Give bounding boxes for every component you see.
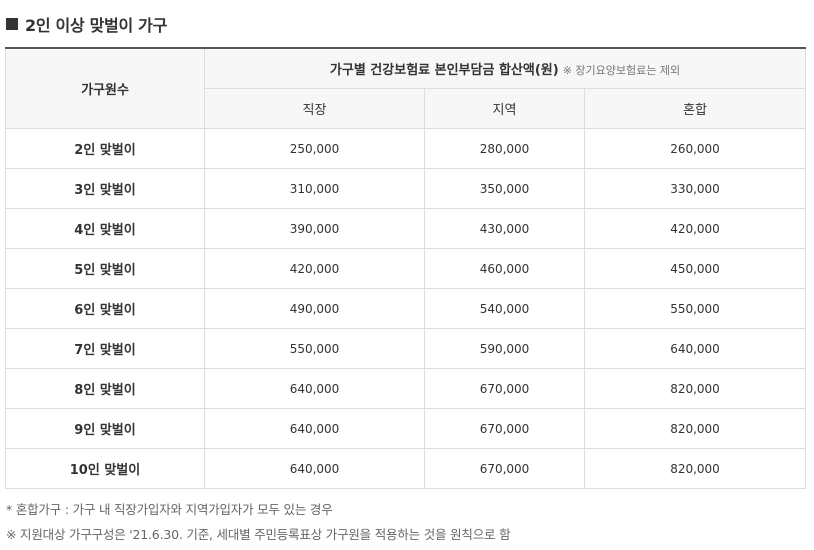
row-label: 3인 맞벌이: [5, 168, 205, 209]
cell-regional: 540,000: [424, 288, 585, 329]
table-row: 10인 맞벌이 640,000 670,000 820,000: [5, 448, 807, 489]
row-label: 4인 맞벌이: [5, 208, 205, 249]
cell-workplace: 640,000: [204, 408, 425, 449]
cell-workplace: 390,000: [204, 208, 425, 249]
cell-workplace: 250,000: [204, 128, 425, 169]
cell-regional: 460,000: [424, 248, 585, 289]
footnote-mixed-household: * 혼합가구 : 가구 내 직장가입자와 지역가입자가 모두 있는 경우: [6, 502, 333, 517]
row-label: 6인 맞벌이: [5, 288, 205, 329]
cell-workplace: 640,000: [204, 448, 425, 489]
cell-workplace: 640,000: [204, 368, 425, 409]
footnotes: * 혼합가구 : 가구 내 직장가입자와 지역가입자가 모두 있는 경우 ※ 지…: [6, 500, 511, 550]
cell-workplace: 550,000: [204, 328, 425, 369]
square-bullet-icon: [6, 18, 18, 30]
cell-regional: 670,000: [424, 408, 585, 449]
cell-workplace: 420,000: [204, 248, 425, 289]
group-header-note: ※ 장기요양보험료는 제외: [562, 64, 681, 77]
table-row: 2인 맞벌이 250,000 280,000 260,000: [5, 128, 807, 169]
premium-table: 가구원수 가구별 건강보험료 본인부담금 합산액(원) ※ 장기요양보험료는 제외…: [5, 47, 807, 489]
table-header-row: 가구원수 가구별 건강보험료 본인부담금 합산액(원) ※ 장기요양보험료는 제외: [5, 48, 807, 129]
table-row: 7인 맞벌이 550,000 590,000 640,000: [5, 328, 807, 369]
cell-mixed: 640,000: [583, 328, 807, 369]
cell-mixed: 820,000: [583, 368, 807, 409]
cell-regional: 670,000: [424, 448, 585, 489]
row-label: 8인 맞벌이: [5, 368, 205, 409]
row-label: 9인 맞벌이: [5, 408, 205, 449]
table-row: 8인 맞벌이 640,000 670,000 820,000: [5, 368, 807, 409]
household-size-header: 가구원수: [5, 48, 205, 129]
table-row: 5인 맞벌이 420,000 460,000 450,000: [5, 248, 807, 289]
cell-mixed: 550,000: [583, 288, 807, 329]
subheader-regional: 지역: [424, 88, 585, 129]
table-row: 3인 맞벌이 310,000 350,000 330,000: [5, 168, 807, 209]
footnote-household-criteria: ※ 지원대상 가구구성은 '21.6.30. 기준, 세대별 주민등록표상 가구…: [6, 527, 511, 542]
cell-workplace: 310,000: [204, 168, 425, 209]
subheader-mixed: 혼합: [583, 88, 807, 129]
section-title: 2인 이상 맞벌이 가구: [6, 13, 167, 35]
subheader-workplace: 직장: [204, 88, 425, 129]
cell-mixed: 420,000: [583, 208, 807, 249]
table-row: 6인 맞벌이 490,000 540,000 550,000: [5, 288, 807, 329]
row-label: 7인 맞벌이: [5, 328, 205, 369]
row-label: 10인 맞벌이: [5, 448, 205, 489]
cell-mixed: 820,000: [583, 448, 807, 489]
section-title-text: 2인 이상 맞벌이 가구: [25, 16, 168, 35]
table-row: 9인 맞벌이 640,000 670,000 820,000: [5, 408, 807, 449]
cell-regional: 350,000: [424, 168, 585, 209]
cell-mixed: 330,000: [583, 168, 807, 209]
group-header-text: 가구별 건강보험료 본인부담금 합산액(원): [329, 63, 559, 78]
cell-regional: 430,000: [424, 208, 585, 249]
row-label: 5인 맞벌이: [5, 248, 205, 289]
cell-regional: 670,000: [424, 368, 585, 409]
group-header: 가구별 건강보험료 본인부담금 합산액(원) ※ 장기요양보험료는 제외: [203, 48, 807, 89]
cell-mixed: 450,000: [583, 248, 807, 289]
cell-workplace: 490,000: [204, 288, 425, 329]
cell-regional: 590,000: [424, 328, 585, 369]
cell-regional: 280,000: [424, 128, 585, 169]
row-label: 2인 맞벌이: [5, 128, 205, 169]
table-row: 4인 맞벌이 390,000 430,000 420,000: [5, 208, 807, 249]
cell-mixed: 820,000: [583, 408, 807, 449]
cell-mixed: 260,000: [583, 128, 807, 169]
